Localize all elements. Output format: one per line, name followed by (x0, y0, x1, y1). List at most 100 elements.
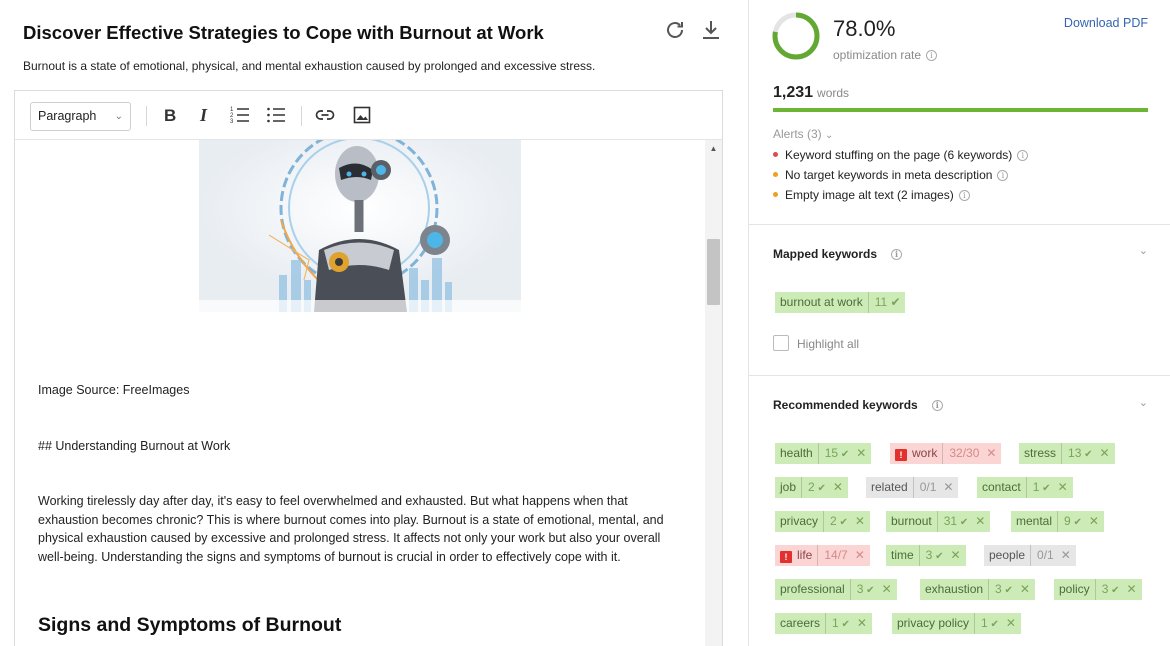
info-icon[interactable]: i (997, 170, 1009, 181)
keyword-chip[interactable]: careers 1 ✔ ✕ (775, 613, 872, 634)
refresh-icon[interactable] (663, 18, 687, 42)
keyword-chip[interactable]: privacy 2 ✔ ✕ (775, 511, 870, 532)
check-icon: ✔ (890, 295, 901, 309)
close-icon[interactable]: ✕ (879, 579, 897, 600)
keyword-count: 3 ✔ (1094, 579, 1124, 600)
keyword-chip[interactable]: ! work 32/30 ✕ (890, 443, 1002, 464)
keyword-chip[interactable]: mental 9 ✔ ✕ (1011, 511, 1104, 532)
link-button[interactable] (314, 104, 336, 126)
check-icon: ✔ (1108, 585, 1120, 596)
image-button[interactable] (351, 104, 373, 126)
image-source-text: Image Source: FreeImages (38, 383, 190, 397)
check-icon: ✔ (836, 517, 848, 528)
check-icon: ✔ (1039, 483, 1051, 494)
close-icon[interactable]: ✕ (948, 545, 966, 566)
close-icon[interactable]: ✕ (830, 477, 848, 498)
keyword-count: 1 ✔ (974, 613, 1003, 634)
keyword-count: 9 ✔ (1057, 511, 1086, 532)
info-icon[interactable]: i (931, 400, 943, 411)
keyword-chip[interactable]: privacy policy 1 ✔ ✕ (892, 613, 1021, 634)
close-icon[interactable]: ✕ (852, 545, 870, 566)
keyword-chip[interactable]: exhaustion 3 ✔ ✕ (920, 579, 1035, 600)
check-icon: ✔ (1081, 449, 1093, 460)
toolbar-divider (301, 106, 302, 126)
check-icon: ✔ (957, 517, 969, 528)
scroll-thumb[interactable] (707, 239, 720, 305)
alerts-toggle[interactable]: Alerts (3) ⌄ (773, 127, 833, 141)
keyword-name: careers (780, 616, 821, 630)
keyword-chip[interactable]: health 15 ✔ ✕ (775, 443, 872, 464)
alert-dot (773, 192, 778, 197)
italic-button[interactable]: I (194, 104, 216, 126)
bullet-list-button[interactable] (265, 104, 287, 126)
highlight-all-checkbox[interactable] (773, 335, 789, 351)
chevron-down-icon: ⌄ (825, 130, 834, 141)
check-icon: ✔ (814, 483, 826, 494)
close-icon[interactable]: ✕ (854, 613, 872, 634)
highlight-all-label: Highlight all (797, 337, 860, 351)
keyword-chip[interactable]: people 0/1 ✕ (984, 545, 1076, 566)
alert-dot (773, 152, 778, 157)
bold-button[interactable]: B (159, 104, 181, 126)
editor-content[interactable]: Image Source: FreeImages ## Understandin… (15, 140, 705, 646)
keyword-count: 3 ✔ (988, 579, 1017, 600)
editor-scrollbar[interactable]: ▲ (705, 140, 722, 646)
chevron-down-icon[interactable]: ⌄ (1139, 396, 1148, 409)
close-icon[interactable]: ✕ (972, 511, 990, 532)
keyword-count: 3 ✔ (849, 579, 879, 600)
article-image (199, 140, 521, 312)
download-pdf-link[interactable]: Download PDF (1064, 16, 1148, 30)
check-icon: ✔ (1001, 585, 1013, 596)
scroll-up-arrow-icon[interactable]: ▲ (705, 144, 722, 156)
keyword-name: professional (780, 582, 845, 596)
info-icon[interactable]: i (1017, 150, 1029, 161)
chevron-down-icon: ⌄ (114, 111, 123, 122)
optimization-rate-label: optimization rate i (833, 48, 938, 62)
check-icon: ✔ (838, 449, 850, 460)
keyword-chip[interactable]: professional 3 ✔ ✕ (775, 579, 897, 600)
close-icon[interactable]: ✕ (1017, 579, 1035, 600)
close-icon[interactable]: ✕ (1058, 545, 1076, 566)
page-description: Burnout is a state of emotional, physica… (23, 59, 596, 73)
close-icon[interactable]: ✕ (940, 477, 958, 498)
keyword-count: 0/1 (1030, 545, 1058, 566)
keyword-chip[interactable]: job 2 ✔ ✕ (775, 477, 848, 498)
keyword-name: job (780, 480, 797, 494)
keyword-chip[interactable]: stress 13 ✔ ✕ (1019, 443, 1115, 464)
section-heading-markdown: ## Understanding Burnout at Work (38, 439, 231, 453)
mapped-keyword-chip[interactable]: burnout at work 11 ✔ (775, 292, 905, 313)
keyword-chip[interactable]: contact 1 ✔ ✕ (977, 477, 1073, 498)
toolbar-divider (146, 106, 147, 126)
paragraph-format-select[interactable]: Paragraph ⌄ (30, 102, 131, 131)
close-icon[interactable]: ✕ (983, 443, 1001, 464)
info-icon[interactable]: i (891, 249, 903, 260)
keyword-name: contact (982, 480, 1021, 494)
close-icon[interactable]: ✕ (1003, 613, 1021, 634)
keyword-chip[interactable]: ! life 14/7 ✕ (775, 545, 870, 566)
close-icon[interactable]: ✕ (1097, 443, 1115, 464)
close-icon[interactable]: ✕ (1086, 511, 1104, 532)
close-icon[interactable]: ✕ (1124, 579, 1142, 600)
keyword-count: 0/1 (912, 477, 941, 498)
keyword-count: 32/30 (942, 443, 983, 464)
keyword-chip[interactable]: burnout 31 ✔ ✕ (886, 511, 991, 532)
keyword-count: 31 ✔ (936, 511, 973, 532)
chevron-down-icon[interactable]: ⌄ (1139, 244, 1148, 257)
editor-pane: Discover Effective Strategies to Cope wi… (0, 0, 748, 646)
keyword-chip[interactable]: time 3 ✔ ✕ (886, 545, 966, 566)
keyword-count: 13 ✔ (1061, 443, 1097, 464)
close-icon[interactable]: ✕ (853, 443, 871, 464)
close-icon[interactable]: ✕ (1055, 477, 1073, 498)
info-icon[interactable]: i (926, 50, 938, 61)
warning-icon: ! (895, 449, 907, 461)
ordered-list-button[interactable]: 123 (229, 104, 251, 126)
svg-text:B: B (164, 106, 176, 125)
keyword-chip[interactable]: policy 3 ✔ ✕ (1054, 579, 1142, 600)
section-heading: Signs and Symptoms of Burnout (38, 614, 342, 636)
info-icon[interactable]: i (958, 190, 970, 201)
word-count-bar (773, 108, 1148, 112)
download-icon[interactable] (699, 18, 723, 42)
body-paragraph: Working tirelessly day after day, it's e… (38, 494, 664, 564)
close-icon[interactable]: ✕ (852, 511, 870, 532)
keyword-chip[interactable]: related 0/1 ✕ (866, 477, 959, 498)
